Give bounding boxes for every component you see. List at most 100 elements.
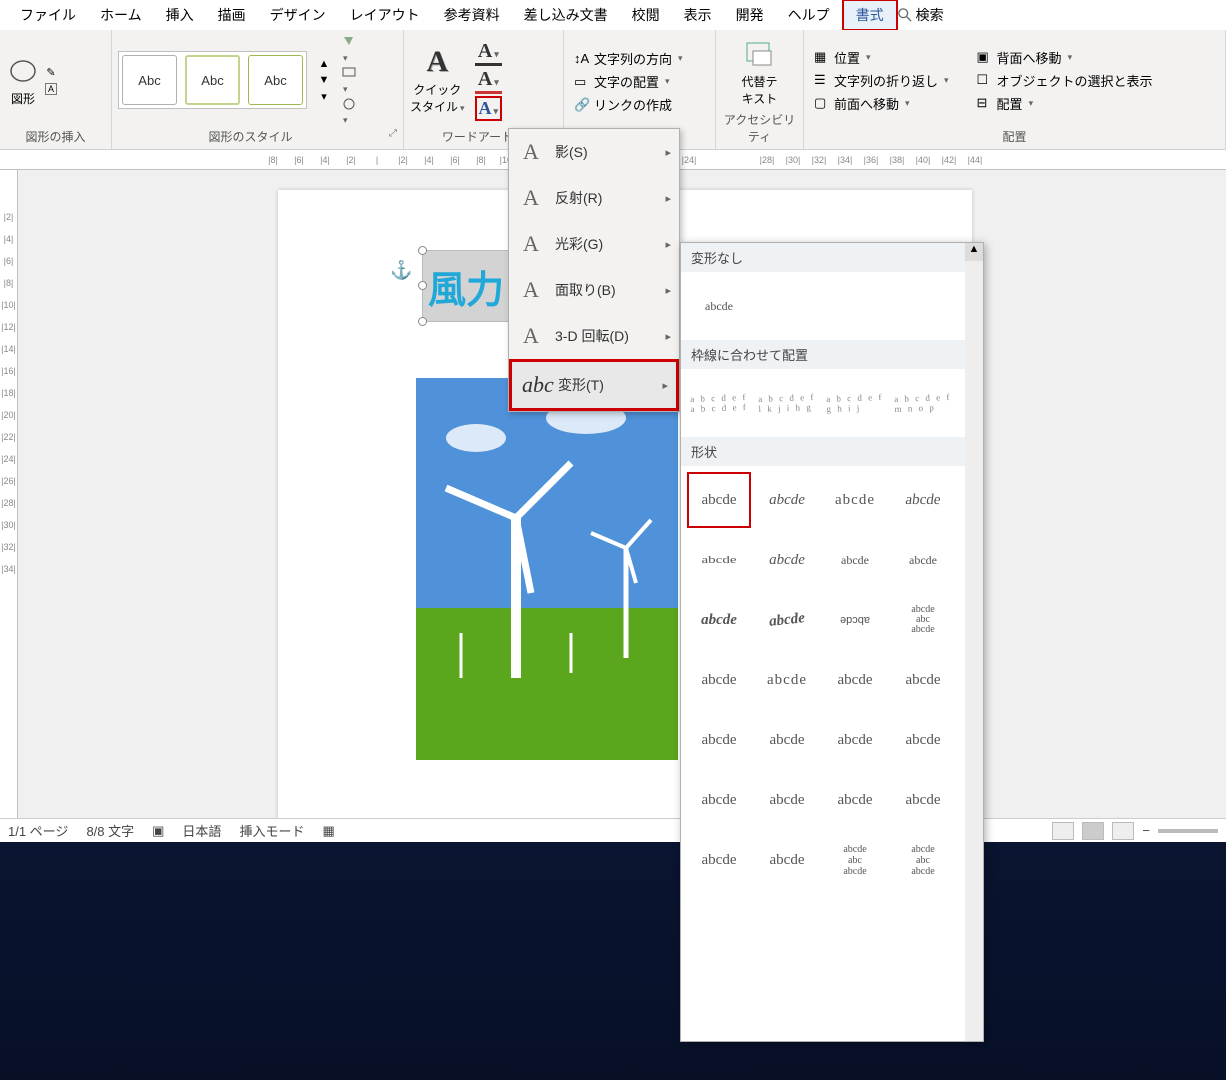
wrap-icon: ☰ xyxy=(814,72,830,88)
search-box[interactable]: 検索 xyxy=(898,5,944,25)
menu-mailings[interactable]: 差し込み文書 xyxy=(512,1,620,29)
transform-warp-15[interactable]: abcde xyxy=(891,652,955,708)
transform-warp-8[interactable]: abcde xyxy=(687,592,751,648)
transform-warp-16[interactable]: abcde xyxy=(687,712,751,768)
transform-warp-10[interactable]: abcde xyxy=(823,592,887,648)
transform-warp-20[interactable]: abcde xyxy=(687,772,751,828)
view-web-button[interactable] xyxy=(1112,822,1134,840)
shape-outline-icon[interactable] xyxy=(341,66,359,95)
gallery-up-icon[interactable]: ▲ xyxy=(319,58,330,70)
scroll-up-icon[interactable]: ▲ xyxy=(965,243,983,261)
text-box-icon[interactable]: A xyxy=(45,83,57,95)
transform-warp-13[interactable]: abcde xyxy=(755,652,819,708)
image-wind-turbines[interactable] xyxy=(416,378,678,760)
text-align-button[interactable]: ▭文字の配置 xyxy=(570,71,687,92)
shapes-button[interactable]: 図形 xyxy=(11,90,35,107)
bring-forward-button[interactable]: ▢前面へ移動 xyxy=(810,93,953,114)
transform-warp-12[interactable]: abcde xyxy=(687,652,751,708)
position-button[interactable]: ▦位置 xyxy=(810,47,953,68)
transform-warp-21[interactable]: abcde xyxy=(755,772,819,828)
transform-circle-2[interactable]: a b c d e fm n o p xyxy=(890,374,956,432)
status-language[interactable]: 日本語 xyxy=(182,821,221,840)
menu-format[interactable]: 書式 xyxy=(842,0,898,31)
style-thumb-2[interactable]: Abc xyxy=(185,55,240,105)
send-backward-button[interactable]: ▣背面へ移動 xyxy=(973,47,1157,68)
fx-transform[interactable]: abc変形(T)▸ xyxy=(509,359,679,411)
quick-style-button[interactable]: クイック スタイル xyxy=(410,81,465,115)
transform-warp-3[interactable]: abcde xyxy=(887,472,959,528)
transform-arc-2[interactable]: a b c d e fl k j i h g xyxy=(754,374,820,432)
transform-warp-4[interactable]: abcde xyxy=(687,540,751,579)
resize-handle[interactable] xyxy=(418,317,427,326)
selection-pane-button[interactable]: ☐オブジェクトの選択と表示 xyxy=(973,70,1157,91)
edit-shape-icon[interactable]: ✎ xyxy=(46,66,55,79)
fx-bevel[interactable]: A面取り(B)▸ xyxy=(509,267,679,313)
menu-file[interactable]: ファイル xyxy=(8,1,88,29)
fx-shadow[interactable]: A影(S)▸ xyxy=(509,129,679,175)
resize-handle[interactable] xyxy=(418,281,427,290)
menu-help[interactable]: ヘルプ xyxy=(776,1,842,29)
menu-home[interactable]: ホーム xyxy=(88,1,154,29)
menu-review[interactable]: 校閲 xyxy=(620,1,672,29)
style-thumb-3[interactable]: Abc xyxy=(248,55,303,105)
transform-warp-11[interactable]: abcdeabcabcde xyxy=(891,592,955,648)
align-button[interactable]: ⊟配置 xyxy=(973,93,1157,114)
wordart-object[interactable]: 風力 xyxy=(422,250,517,322)
transform-none[interactable]: abcde xyxy=(687,278,751,334)
transform-warp-26[interactable]: abcdeabcabcde xyxy=(823,832,887,888)
transform-warp-27[interactable]: abcdeabcabcde xyxy=(891,832,955,888)
menu-layout[interactable]: レイアウト xyxy=(338,1,432,29)
text-fill-icon[interactable]: A xyxy=(475,40,503,66)
shape-fill-icon[interactable] xyxy=(341,35,359,64)
shape-style-gallery[interactable]: Abc Abc Abc xyxy=(118,51,307,109)
fx-reflection[interactable]: A反射(R)▸ xyxy=(509,175,679,221)
dialog-launcher-icon[interactable]: ⤢ xyxy=(389,128,397,139)
transform-warp-2[interactable]: abcde xyxy=(823,472,887,528)
text-direction-button[interactable]: ↕A文字列の方向 xyxy=(570,48,687,69)
text-outline-icon[interactable]: A xyxy=(475,68,503,94)
transform-circle-1[interactable]: a b c d e fg h i j xyxy=(822,374,888,432)
menu-view[interactable]: 表示 xyxy=(672,1,724,29)
transform-warp-17[interactable]: abcde xyxy=(755,712,819,768)
transform-warp-18[interactable]: abcde xyxy=(823,712,887,768)
transform-warp-1[interactable]: abcde xyxy=(755,472,819,528)
status-page[interactable]: 1/1 ページ xyxy=(8,821,68,840)
transform-warp-5[interactable]: abcde xyxy=(755,532,819,588)
transform-warp-24[interactable]: abcde xyxy=(687,832,751,888)
text-effects-button[interactable]: A xyxy=(475,96,503,121)
status-words[interactable]: 8/8 文字 xyxy=(86,821,134,840)
transform-warp-22[interactable]: abcde xyxy=(823,772,887,828)
transform-warp-23[interactable]: abcde xyxy=(891,772,955,828)
proofing-icon[interactable]: ▣ xyxy=(152,823,164,839)
macro-icon[interactable]: ▦ xyxy=(322,823,334,839)
menu-draw[interactable]: 描画 xyxy=(206,1,258,29)
resize-handle[interactable] xyxy=(418,246,427,255)
transform-warp-6[interactable]: abcde xyxy=(823,532,887,588)
view-read-button[interactable] xyxy=(1052,822,1074,840)
gallery-down-icon[interactable]: ▼ xyxy=(319,74,330,86)
transform-warp-19[interactable]: abcde xyxy=(891,712,955,768)
shape-effects-icon[interactable] xyxy=(341,97,359,126)
transform-warp-25[interactable]: abcde xyxy=(755,832,819,888)
alt-text-button[interactable]: 代替テ キスト xyxy=(741,73,777,107)
style-thumb-1[interactable]: Abc xyxy=(122,55,177,105)
menu-developer[interactable]: 開発 xyxy=(724,1,776,29)
menu-references[interactable]: 参考資料 xyxy=(432,1,512,29)
menu-insert[interactable]: 挿入 xyxy=(154,1,206,29)
menu-design[interactable]: デザイン xyxy=(258,1,338,29)
zoom-slider[interactable] xyxy=(1158,829,1218,833)
zoom-out-button[interactable]: − xyxy=(1142,823,1150,838)
gallery-scrollbar[interactable]: ▲ xyxy=(965,243,983,1041)
transform-arc-1[interactable]: a b c d e fa b c d e f xyxy=(686,374,752,432)
status-mode[interactable]: 挿入モード xyxy=(239,821,304,840)
transform-warp-7[interactable]: abcde xyxy=(891,532,955,588)
transform-warp-0[interactable]: abcde xyxy=(687,472,751,528)
gallery-more-icon[interactable]: ▾ xyxy=(321,90,327,103)
transform-warp-9[interactable]: abcde xyxy=(752,589,822,651)
wrap-text-button[interactable]: ☰文字列の折り返し xyxy=(810,70,953,91)
fx-glow[interactable]: A光彩(G)▸ xyxy=(509,221,679,267)
transform-warp-14[interactable]: abcde xyxy=(823,652,887,708)
fx-3d-rotation[interactable]: A3-D 回転(D)▸ xyxy=(509,313,679,359)
create-link-button[interactable]: 🔗リンクの作成 xyxy=(570,94,687,115)
view-print-button[interactable] xyxy=(1082,822,1104,840)
